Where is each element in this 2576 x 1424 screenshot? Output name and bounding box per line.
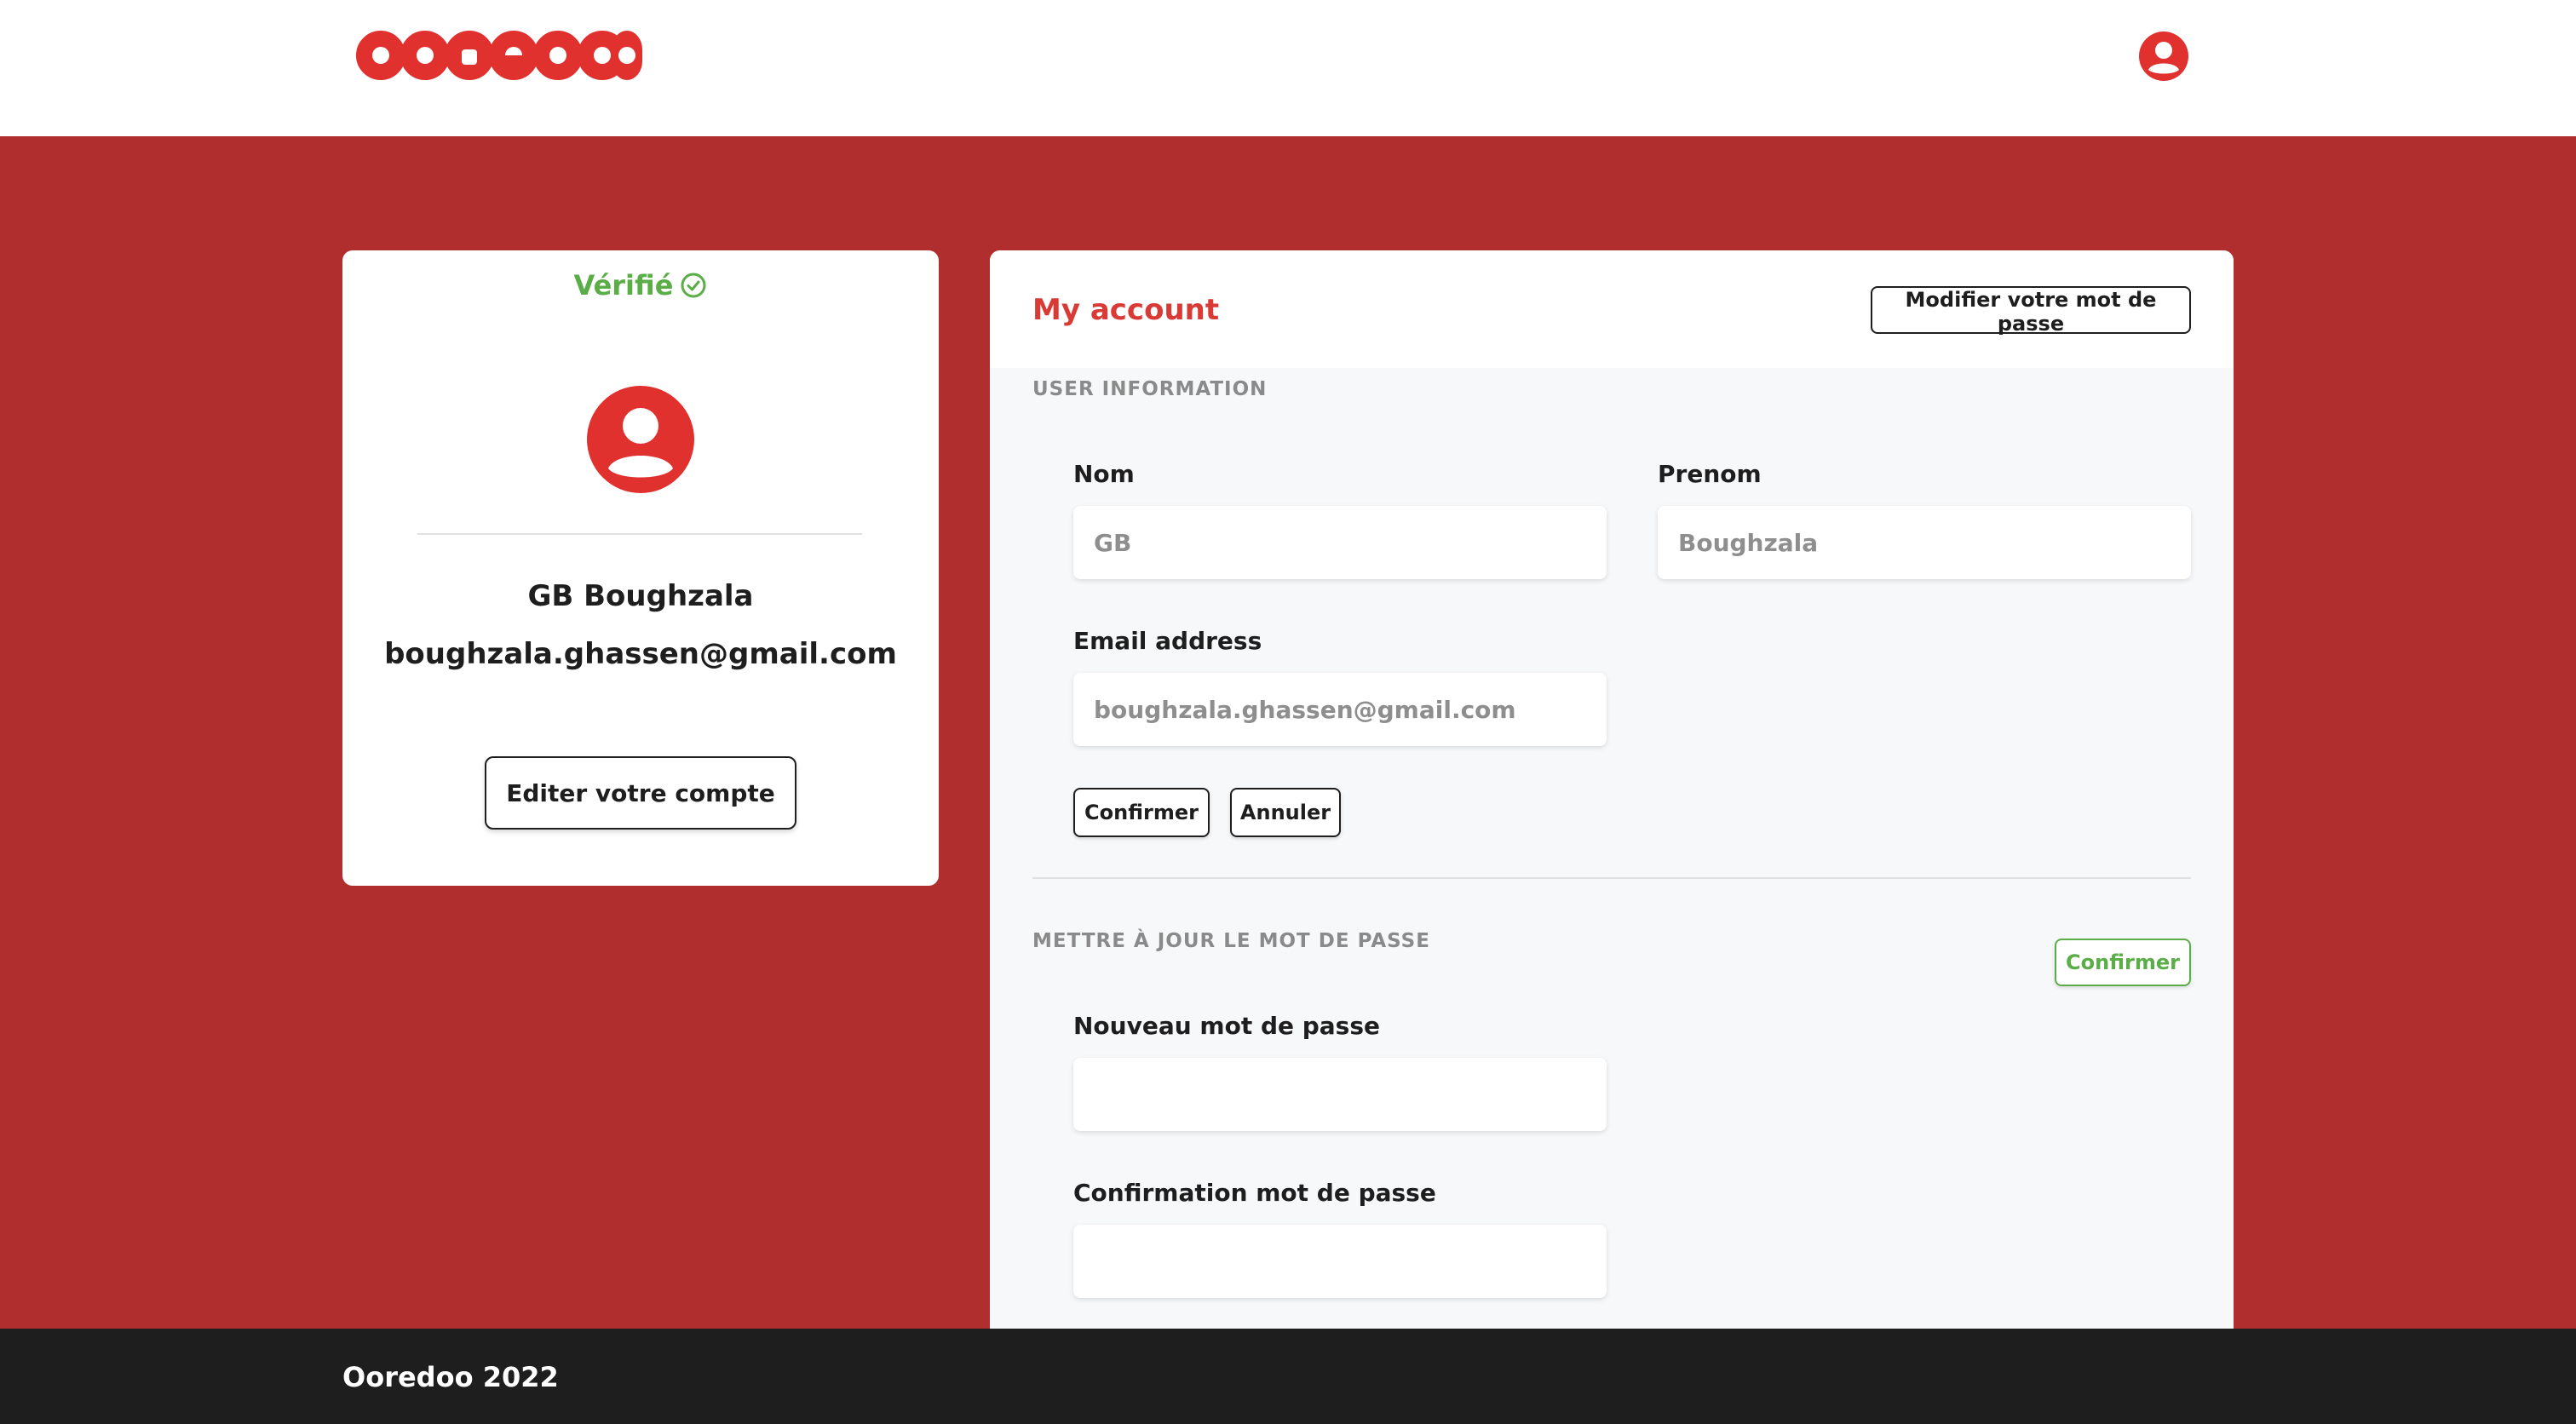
change-password-button[interactable]: Modifier votre mot de passe — [1871, 286, 2191, 336]
user-information-section-title: USER INFORMATION — [1032, 378, 1268, 400]
nom-input[interactable] — [1073, 506, 1607, 579]
ooredoo-logo-icon — [356, 31, 642, 80]
page-title: My account — [1032, 293, 1220, 327]
check-circle-icon — [681, 273, 706, 298]
confirm-password-label: Confirmation mot de passe — [1073, 1179, 1436, 1207]
profile-divider — [417, 533, 862, 535]
section-divider — [1032, 877, 2191, 879]
verified-label: Vérifié — [573, 269, 674, 301]
email-input[interactable] — [1073, 673, 1607, 746]
profile-email: boughzala.ghassen@gmail.com — [384, 637, 897, 671]
confirm-password-input[interactable] — [1073, 1225, 1607, 1298]
verified-status: Vérifié — [342, 266, 939, 305]
user-avatar-icon — [586, 385, 695, 494]
profile-name: GB Boughzala — [527, 579, 754, 613]
update-password-section-title: METTRE À JOUR LE MOT DE PASSE — [1032, 930, 1430, 952]
edit-account-button[interactable]: Editer votre compte — [485, 756, 796, 830]
email-label: Email address — [1073, 627, 1262, 655]
prenom-input[interactable] — [1658, 506, 2191, 579]
new-password-input[interactable] — [1073, 1058, 1607, 1131]
cancel-user-info-button[interactable]: Annuler — [1230, 788, 1341, 837]
nom-label: Nom — [1073, 460, 1135, 488]
new-password-label: Nouveau mot de passe — [1073, 1012, 1381, 1040]
confirm-password-button[interactable]: Confirmer — [2055, 939, 2191, 986]
footer-copyright: Ooredoo 2022 — [342, 1361, 559, 1393]
confirm-user-info-button[interactable]: Confirmer — [1073, 788, 1210, 837]
prenom-label: Prenom — [1658, 460, 1762, 488]
user-circle-icon[interactable] — [2138, 31, 2189, 82]
ooredoo-logo[interactable] — [356, 27, 646, 83]
